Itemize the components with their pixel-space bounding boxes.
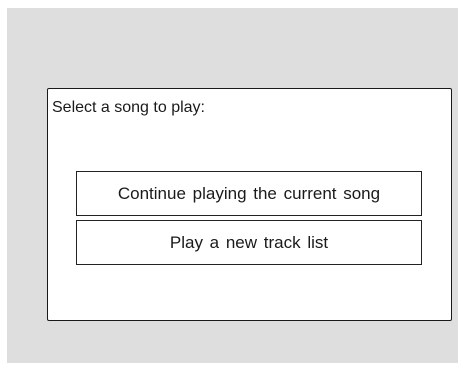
play-new-track-list-label: Play a new track list	[169, 232, 329, 252]
play-new-track-list-button[interactable]: Play a new track list	[76, 220, 422, 265]
song-selection-dialog: Select a song to play: Continue playing …	[47, 88, 452, 321]
continue-current-song-label: Continue playing the current song	[117, 183, 381, 203]
continue-current-song-button[interactable]: Continue playing the current song	[76, 171, 422, 216]
dialog-prompt: Select a song to play:	[52, 99, 205, 116]
device-screen: Select a song to play: Continue playing …	[7, 8, 458, 363]
